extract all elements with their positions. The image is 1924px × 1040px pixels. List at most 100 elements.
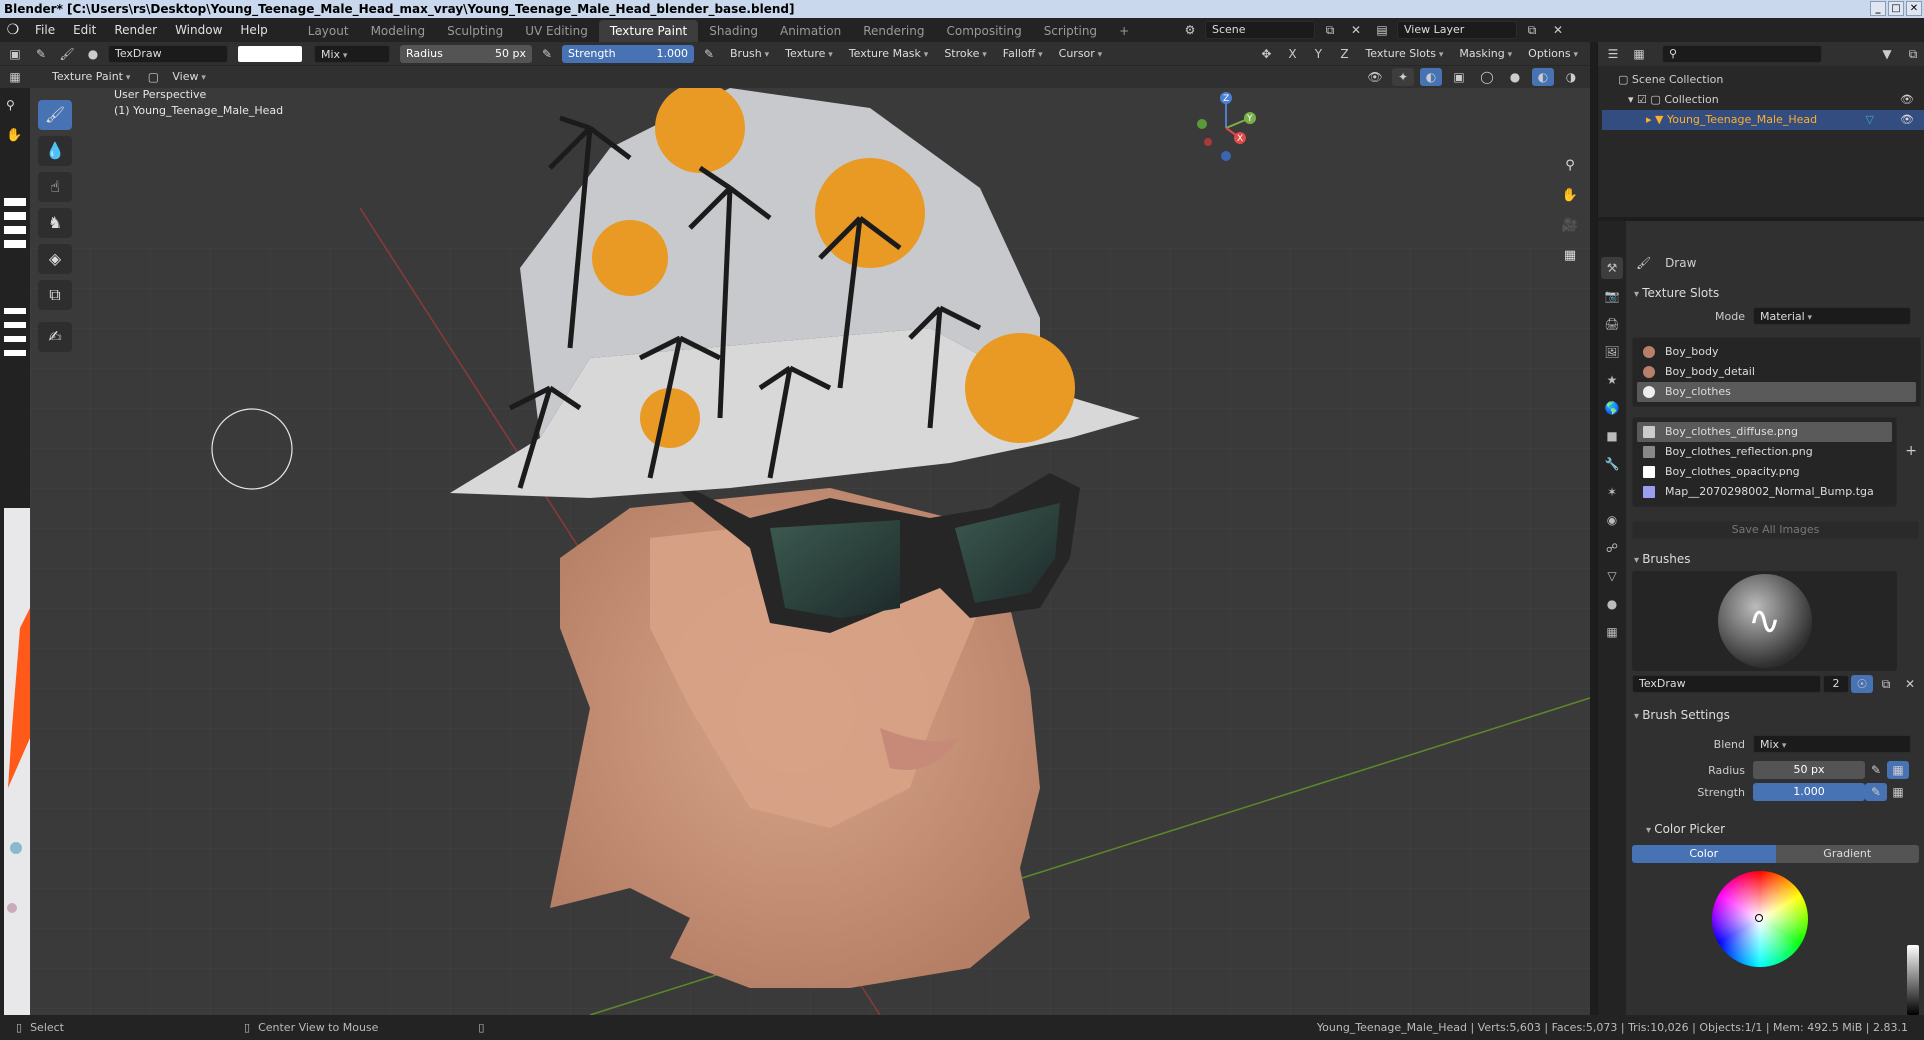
image-item-reflection[interactable]: Boy_clothes_reflection.png xyxy=(1637,442,1892,462)
view-layer-tab-icon[interactable]: 🖼 xyxy=(1601,341,1623,363)
zoom-view-icon[interactable]: ⚲ xyxy=(1558,154,1582,178)
strength-pressure-icon[interactable]: ✎ xyxy=(698,45,720,63)
tab-scripting[interactable]: Scripting xyxy=(1033,20,1108,42)
camera-view-icon[interactable]: 🎥 xyxy=(1558,214,1582,238)
tab-shading[interactable]: Shading xyxy=(698,20,769,42)
menu-file[interactable]: File xyxy=(26,23,64,37)
new-view-layer-icon[interactable]: ⧉ xyxy=(1521,21,1543,39)
tool-tab-icon[interactable]: ⚒ xyxy=(1601,257,1623,279)
object-expand-icon[interactable]: ▸ xyxy=(1646,113,1652,126)
visibility-icon[interactable]: 👁 xyxy=(1364,68,1386,86)
mode-icon[interactable]: ✎ xyxy=(30,45,52,63)
material-item-boy-body-detail[interactable]: Boy_body_detail xyxy=(1637,362,1916,382)
constraints-tab-icon[interactable]: ☍ xyxy=(1601,537,1623,559)
object-eye-icon[interactable]: 👁 xyxy=(1900,110,1914,130)
material-tab-icon[interactable]: ● xyxy=(1601,593,1623,615)
color-picker-header[interactable]: Color Picker xyxy=(1628,817,1924,841)
masking-menu[interactable]: Masking xyxy=(1453,45,1518,63)
unlink-brush-icon[interactable]: ✕ xyxy=(1899,675,1921,693)
image-item-diffuse[interactable]: Boy_clothes_diffuse.png xyxy=(1637,422,1892,442)
display-mode-icon[interactable]: ▦ xyxy=(1628,45,1650,63)
brush-users-count[interactable]: 2 xyxy=(1823,675,1849,693)
brush-preview[interactable]: ∿ xyxy=(1632,571,1897,671)
strength-unit-toggle[interactable]: ▦ xyxy=(1887,783,1909,801)
xray-icon[interactable]: ▣ xyxy=(1448,68,1470,86)
mirror-z-toggle[interactable]: Z xyxy=(1333,45,1355,63)
remove-view-layer-icon[interactable]: ✕ xyxy=(1547,21,1569,39)
gizmo-z-label[interactable]: Z xyxy=(1223,94,1229,104)
rendered-shading-icon[interactable]: ◑ xyxy=(1560,68,1582,86)
filter-icon[interactable]: ▼ xyxy=(1876,45,1898,63)
tab-uv-editing[interactable]: UV Editing xyxy=(514,20,599,42)
new-collection-icon[interactable]: ⧉ xyxy=(1902,45,1924,63)
fill-tool-icon[interactable]: ◈ xyxy=(38,244,72,274)
brushes-header[interactable]: Brushes xyxy=(1628,547,1924,571)
material-item-boy-clothes[interactable]: Boy_clothes xyxy=(1637,382,1916,402)
mask-tool-icon[interactable]: ⧉ xyxy=(38,280,72,310)
blend-dropdown[interactable]: Mix xyxy=(314,44,390,63)
texture-slots-menu[interactable]: Texture Slots xyxy=(1359,45,1449,63)
mode-dropdown-field[interactable]: Material xyxy=(1753,307,1911,325)
fake-user-icon[interactable]: ☉ xyxy=(1851,675,1873,693)
texture-tab-icon[interactable]: ▦ xyxy=(1601,621,1623,643)
mode-dropdown[interactable]: Texture Paint xyxy=(46,68,136,86)
image-item-opacity[interactable]: Boy_clothes_opacity.png xyxy=(1637,462,1892,482)
radius-slider[interactable]: Radius 50 px xyxy=(400,44,532,63)
overlay-icon[interactable]: ◐ xyxy=(1420,68,1442,86)
render-tab-icon[interactable]: 📷 xyxy=(1601,285,1623,307)
tab-rendering[interactable]: Rendering xyxy=(852,20,935,42)
color-wheel[interactable] xyxy=(1712,871,1808,967)
menu-edit[interactable]: Edit xyxy=(64,23,105,37)
brush-menu[interactable]: Brush xyxy=(724,45,775,63)
tab-sculpting[interactable]: Sculpting xyxy=(436,20,514,42)
collection-eye-icon[interactable]: 👁 xyxy=(1900,90,1914,110)
menu-help[interactable]: Help xyxy=(231,23,276,37)
blender-logo-icon[interactable]: ❍ xyxy=(0,22,26,38)
modifier-tab-icon[interactable]: 🔧 xyxy=(1601,453,1623,475)
minimize-button[interactable]: _ xyxy=(1870,1,1886,16)
mirror-icon[interactable]: ✥ xyxy=(1255,45,1277,63)
strength-pressure-toggle[interactable]: ✎ xyxy=(1865,783,1887,801)
brush-name-field[interactable]: TexDraw xyxy=(108,44,228,63)
radius-settings-slider[interactable]: 50 px xyxy=(1753,761,1865,779)
physics-tab-icon[interactable]: ◉ xyxy=(1601,509,1623,531)
outliner-editor-icon[interactable]: ☰ xyxy=(1602,45,1624,63)
add-workspace-button[interactable]: + xyxy=(1108,20,1140,42)
gizmo-icon[interactable]: ✦ xyxy=(1392,68,1414,86)
add-image-icon[interactable]: + xyxy=(1905,443,1917,459)
view-layer-icon[interactable]: ▤ xyxy=(1371,21,1393,39)
mirror-x-toggle[interactable]: X xyxy=(1281,45,1303,63)
scene-icon[interactable]: ⚙ xyxy=(1179,21,1201,39)
outliner-scene-collection[interactable]: ▢ Scene Collection xyxy=(1602,70,1924,90)
texture-slots-header[interactable]: Texture Slots xyxy=(1628,281,1924,305)
color-wheel-cursor[interactable] xyxy=(1755,914,1763,922)
falloff-menu[interactable]: Falloff xyxy=(997,45,1049,63)
object-tab-icon[interactable]: ■ xyxy=(1601,425,1623,447)
menu-render[interactable]: Render xyxy=(105,23,166,37)
gizmo-y-label[interactable]: Y xyxy=(1246,114,1253,124)
radius-pressure-icon[interactable]: ✎ xyxy=(536,45,558,63)
wireframe-shading-icon[interactable]: ◯ xyxy=(1476,68,1498,86)
particles-tab-icon[interactable]: ✶ xyxy=(1601,481,1623,503)
viewport-editor-icon[interactable]: ▦ xyxy=(4,68,26,86)
world-tab-icon[interactable]: 🌎 xyxy=(1601,397,1623,419)
radius-pressure-toggle[interactable]: ✎ xyxy=(1865,761,1887,779)
3d-viewport[interactable]: Z Y X User Perspective (1) Young_Teenage… xyxy=(30,88,1590,1015)
color-swatch[interactable] xyxy=(238,45,302,62)
gizmo-x-label[interactable]: X xyxy=(1237,134,1243,144)
blend-settings-dropdown[interactable]: Mix xyxy=(1753,735,1911,753)
editor-type-icon[interactable]: ▣ xyxy=(4,45,26,63)
output-tab-icon[interactable]: 🖨 xyxy=(1601,313,1623,335)
soften-tool-icon[interactable]: 💧 xyxy=(38,136,72,166)
texture-paint-mask-icon[interactable]: ▢ xyxy=(142,68,164,86)
brush-settings-header[interactable]: Brush Settings xyxy=(1628,703,1924,727)
maximize-button[interactable]: □ xyxy=(1888,1,1904,16)
texture-menu[interactable]: Texture xyxy=(779,45,839,63)
annotate-tool-icon[interactable]: ✍ xyxy=(38,322,72,352)
data-tab-icon[interactable]: ▽ xyxy=(1601,565,1623,587)
tab-modeling[interactable]: Modeling xyxy=(360,20,437,42)
duplicate-brush-icon[interactable]: ⧉ xyxy=(1875,675,1897,693)
tab-layout[interactable]: Layout xyxy=(297,20,360,42)
view-menu[interactable]: View xyxy=(170,68,212,86)
image-item-normal-bump[interactable]: Map__2070298002_Normal_Bump.tga xyxy=(1637,482,1892,502)
